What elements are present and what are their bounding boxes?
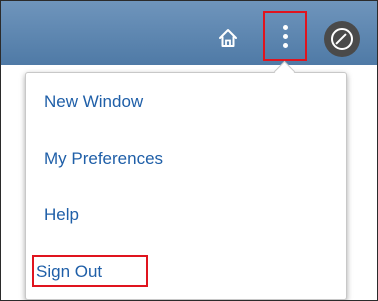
actions-dropdown-menu: New Window My Preferences Help Sign Out <box>25 72 347 300</box>
home-icon <box>219 29 237 47</box>
menu-item-my-preferences[interactable]: My Preferences <box>26 142 346 176</box>
menu-item-new-window[interactable]: New Window <box>26 85 346 119</box>
vertical-dots-icon <box>282 24 288 48</box>
compass-icon <box>331 28 353 50</box>
menu-item-help[interactable]: Help <box>26 198 346 232</box>
app-window: New Window My Preferences Help Sign Out <box>0 0 378 301</box>
menu-item-sign-out[interactable]: Sign Out <box>26 255 346 289</box>
menu-item-label: Sign Out <box>36 262 103 281</box>
navigator-button[interactable] <box>324 21 360 57</box>
menu-item-label: New Window <box>44 92 144 111</box>
home-button[interactable] <box>217 27 239 49</box>
actions-menu-button[interactable] <box>263 11 307 61</box>
menu-item-label: Help <box>44 205 79 224</box>
menu-item-label: My Preferences <box>44 149 164 168</box>
header-bar <box>1 1 377 65</box>
